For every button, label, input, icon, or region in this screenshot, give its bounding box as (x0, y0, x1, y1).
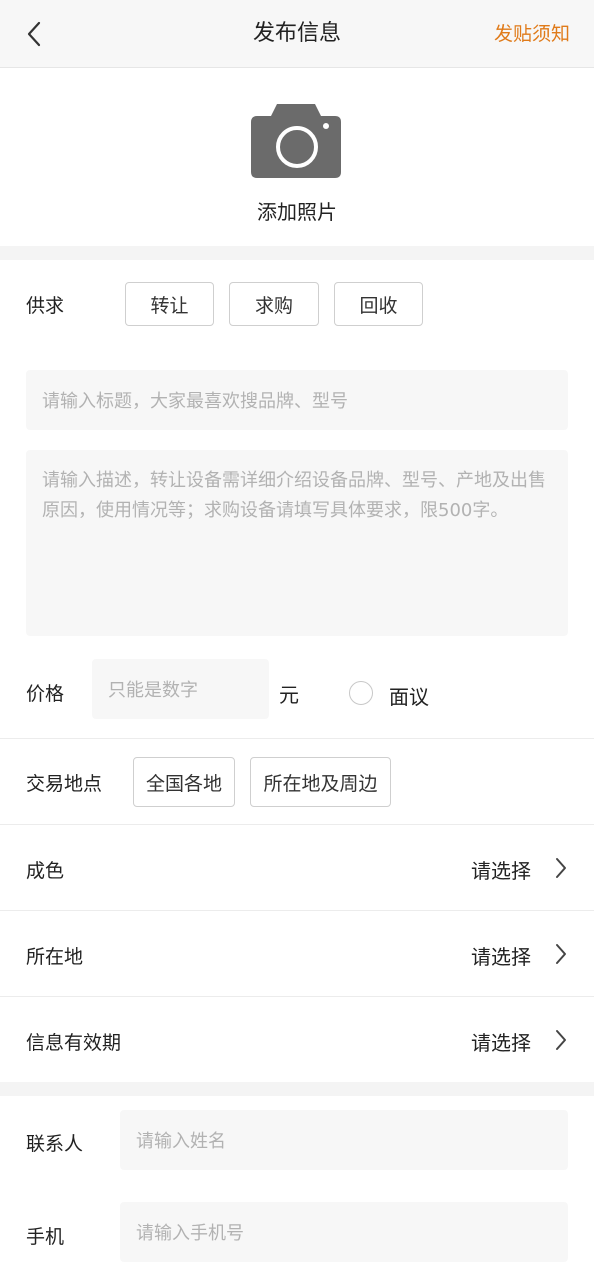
section-gap (0, 1082, 594, 1096)
section-gap (0, 246, 594, 260)
price-input[interactable]: 只能是数字 (92, 659, 269, 719)
price-label: 价格 (26, 683, 65, 705)
nav-header: 发布信息 发贴须知 (0, 0, 594, 68)
divider (0, 910, 594, 911)
supply-demand-label: 供求 (26, 295, 65, 317)
negotiable-radio[interactable] (349, 681, 373, 705)
validity-period-value[interactable]: 请选择 (471, 1027, 531, 1056)
post-info-page: 发布信息 发贴须知 添加照片 供求 转让 求购 回收 请输入标题，大家最喜欢搜品… (0, 0, 594, 1280)
posting-notice-link[interactable]: 发贴须知 (494, 0, 570, 68)
location-nationwide-button[interactable]: 全国各地 (133, 757, 235, 807)
option-recycle-button[interactable]: 回收 (334, 282, 423, 326)
title-input[interactable]: 请输入标题，大家最喜欢搜品牌、型号 (26, 370, 568, 430)
divider (0, 996, 594, 997)
add-photo-label[interactable]: 添加照片 (0, 196, 594, 225)
negotiable-label[interactable]: 面议 (389, 681, 429, 710)
chevron-right-icon (556, 1030, 566, 1050)
condition-label: 成色 (26, 860, 65, 882)
location-local-button[interactable]: 所在地及周边 (250, 757, 391, 807)
validity-period-label: 信息有效期 (26, 1032, 122, 1054)
divider (0, 738, 594, 739)
condition-value[interactable]: 请选择 (471, 855, 531, 884)
divider (0, 824, 594, 825)
description-textarea[interactable]: 请输入描述，转让设备需详细介绍设备品牌、型号、产地及出售原因，使用情况等；求购设… (26, 450, 568, 636)
contact-label: 联系人 (26, 1133, 84, 1155)
chevron-right-icon (556, 944, 566, 964)
chevron-right-icon (556, 858, 566, 878)
phone-label: 手机 (26, 1226, 65, 1248)
phone-input[interactable]: 请输入手机号 (120, 1202, 568, 1262)
trade-location-label: 交易地点 (26, 773, 103, 795)
camera-icon[interactable] (251, 104, 341, 178)
price-unit: 元 (279, 683, 299, 707)
contact-name-input[interactable]: 请输入姓名 (120, 1110, 568, 1170)
location-label: 所在地 (26, 946, 84, 968)
option-transfer-button[interactable]: 转让 (125, 282, 214, 326)
option-buy-button[interactable]: 求购 (229, 282, 319, 326)
location-value[interactable]: 请选择 (471, 941, 531, 970)
